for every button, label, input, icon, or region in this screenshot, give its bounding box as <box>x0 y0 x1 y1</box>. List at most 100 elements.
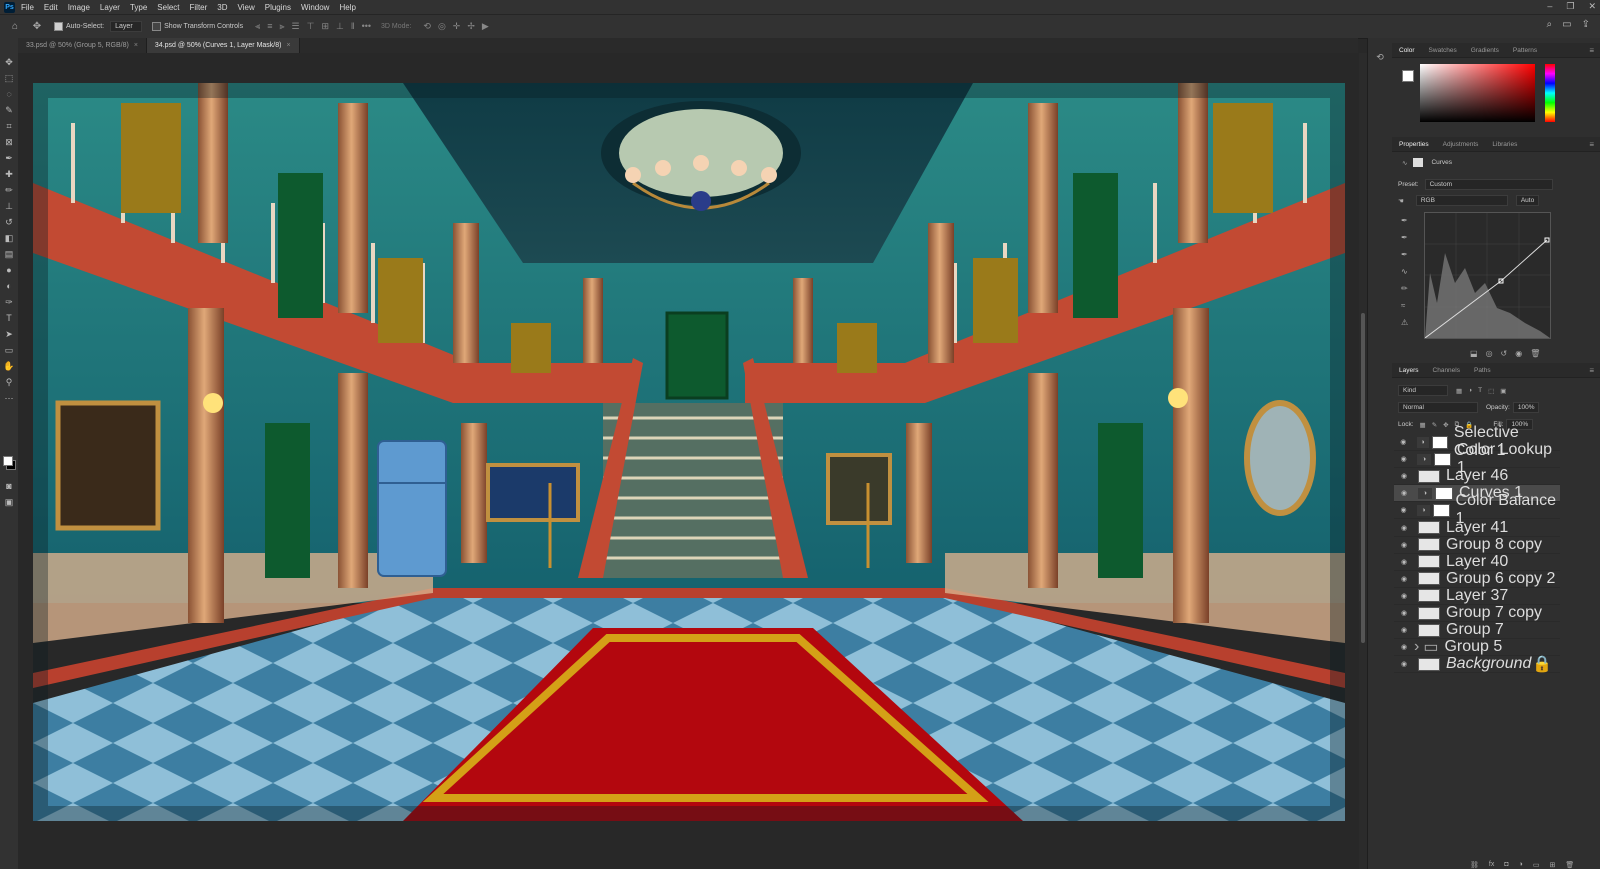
panel-menu-icon[interactable]: ≡ <box>1589 46 1594 55</box>
visibility-eye-icon[interactable]: ◉ <box>1398 609 1410 617</box>
layer-mask-thumbnail[interactable] <box>1432 503 1450 517</box>
layer-thumbnail[interactable] <box>1418 538 1440 552</box>
frame-tool-icon[interactable]: ⊠ <box>0 134 18 150</box>
layer-thumbnail[interactable] <box>1418 521 1440 534</box>
dodge-tool-icon[interactable]: ◐ <box>0 278 18 294</box>
menu-edit[interactable]: Edit <box>44 3 58 12</box>
tab-libraries[interactable]: Libraries <box>1485 141 1524 148</box>
auto-select-checkbox[interactable]: Auto-Select: <box>54 22 104 31</box>
layer-thumbnail[interactable] <box>1418 657 1440 671</box>
eyedropper-black-icon[interactable]: ✒ <box>1401 216 1408 225</box>
clone-stamp-tool-icon[interactable]: ⊥ <box>0 198 18 214</box>
tab-adjustments[interactable]: Adjustments <box>1436 141 1486 148</box>
menu-layer[interactable]: Layer <box>100 3 120 12</box>
lock-transparent-icon[interactable]: ▦ <box>1420 421 1426 429</box>
layer-row[interactable]: ◉ Group 7 <box>1394 621 1560 640</box>
layer-row[interactable]: ◉ ◑ Color Balance 1 <box>1394 492 1560 527</box>
auto-select-check[interactable] <box>54 22 63 31</box>
expand-arrow-icon[interactable]: › <box>1414 638 1419 656</box>
tab-channels[interactable]: Channels <box>1426 367 1467 374</box>
align-middle-icon[interactable]: ⊞ <box>321 21 329 32</box>
workspace-icon[interactable]: ▭ <box>1562 19 1571 30</box>
layer-thumbnail[interactable] <box>1418 606 1440 620</box>
type-tool-icon[interactable]: T <box>0 310 18 326</box>
3d-scale-icon[interactable]: ▶ <box>482 21 489 32</box>
lock-position-icon[interactable]: ✥ <box>1443 421 1448 429</box>
marquee-tool-icon[interactable]: ⬚ <box>0 70 18 86</box>
align-center-icon[interactable]: ≡ <box>267 21 272 32</box>
menu-plugins[interactable]: Plugins <box>265 3 291 12</box>
blur-tool-icon[interactable]: ● <box>0 262 18 278</box>
eyedropper-tool-icon[interactable]: ✒ <box>0 150 18 166</box>
quick-mask-icon[interactable]: ◙ <box>0 478 18 494</box>
layer-mask-thumbnail[interactable] <box>1435 486 1453 500</box>
lock-image-icon[interactable]: ✎ <box>1432 421 1437 429</box>
show-transform-check[interactable] <box>152 22 162 31</box>
visibility-eye-icon[interactable]: ◉ <box>1398 643 1410 651</box>
filter-pixel-icon[interactable]: ▦ <box>1456 387 1462 395</box>
pen-tool-icon[interactable]: ✑ <box>0 294 18 310</box>
layer-thumbnail[interactable] <box>1418 555 1440 569</box>
delete-adjustment-icon[interactable]: 🗑 <box>1530 349 1540 358</box>
crop-tool-icon[interactable]: ⌗ <box>0 118 18 134</box>
align-right-icon[interactable]: ⫸ <box>279 21 284 32</box>
more-options-icon[interactable]: ••• <box>362 21 371 32</box>
curve-smooth-icon[interactable]: ≈ <box>1401 301 1408 310</box>
more-tools-icon[interactable]: ⋯ <box>0 390 18 406</box>
align-top-icon[interactable]: ⊤ <box>307 21 315 32</box>
menu-help[interactable]: Help <box>339 3 355 12</box>
clip-to-layer-icon[interactable]: ⬓ <box>1470 349 1478 358</box>
show-transform-checkbox[interactable]: Show Transform Controls <box>152 22 243 31</box>
menu-image[interactable]: Image <box>68 3 90 12</box>
3d-slide-icon[interactable]: ✢ <box>467 21 475 32</box>
layer-row[interactable]: ◉ Layer 40 <box>1394 553 1560 571</box>
filter-type-icon[interactable]: T <box>1478 387 1482 395</box>
move-tool-icon[interactable]: ✥ <box>30 20 44 34</box>
scrollbar-thumb[interactable] <box>1361 313 1365 643</box>
visibility-eye-icon[interactable]: ◉ <box>1398 438 1409 446</box>
layer-row[interactable]: ◉ Layer 37 <box>1394 587 1560 605</box>
new-adjustment-icon[interactable]: ◑ <box>1519 861 1523 869</box>
distribute-vertical-icon[interactable]: ‖ <box>351 21 355 32</box>
vertical-scrollbar[interactable] <box>1359 53 1367 869</box>
menu-view[interactable]: View <box>238 3 255 12</box>
visibility-eye-icon[interactable]: ◉ <box>1398 541 1410 549</box>
history-panel-icon[interactable]: ⟲ <box>1373 52 1387 63</box>
view-previous-icon[interactable]: ◎ <box>1486 349 1493 358</box>
curve-point-icon[interactable]: ∿ <box>1401 267 1408 276</box>
close-tab-icon[interactable]: × <box>134 42 138 49</box>
target-adjust-icon[interactable]: ☚ <box>1398 197 1404 205</box>
visibility-eye-icon[interactable]: ◉ <box>1398 558 1410 566</box>
search-icon[interactable]: ⌕ <box>1547 19 1553 30</box>
home-icon[interactable]: ⌂ <box>8 20 22 34</box>
menu-file[interactable]: File <box>21 3 34 12</box>
menu-3d[interactable]: 3D <box>217 3 227 12</box>
reset-icon[interactable]: ↺ <box>1501 349 1508 358</box>
move-tool-icon[interactable]: ✥ <box>0 54 18 70</box>
tab-swatches[interactable]: Swatches <box>1422 47 1464 54</box>
close-tab-icon[interactable]: × <box>286 42 290 49</box>
visibility-eye-icon[interactable]: ◉ <box>1398 489 1410 497</box>
visibility-eye-icon[interactable]: ◉ <box>1398 626 1410 634</box>
curves-graph[interactable] <box>1424 212 1551 339</box>
auto-button[interactable]: Auto <box>1515 195 1540 206</box>
filter-adjustment-icon[interactable]: ◑ <box>1468 387 1472 395</box>
clipping-warning-icon[interactable]: ⚠ <box>1401 318 1408 327</box>
menu-select[interactable]: Select <box>157 3 179 12</box>
foreground-color-swatch[interactable] <box>3 456 13 466</box>
eyedropper-gray-icon[interactable]: ✒ <box>1401 233 1408 242</box>
visibility-eye-icon[interactable]: ◉ <box>1398 660 1410 668</box>
visibility-icon[interactable]: ◉ <box>1515 349 1522 358</box>
curve-pencil-icon[interactable]: ✏ <box>1401 284 1408 293</box>
visibility-eye-icon[interactable]: ◉ <box>1398 592 1410 600</box>
channel-dropdown[interactable]: RGB <box>1415 195 1508 206</box>
screen-mode-icon[interactable]: ▣ <box>0 494 18 510</box>
visibility-eye-icon[interactable]: ◉ <box>1398 455 1409 463</box>
distribute-icon[interactable]: ☰ <box>292 21 300 32</box>
tab-properties[interactable]: Properties <box>1392 141 1436 148</box>
delete-layer-icon[interactable]: 🗑 <box>1565 861 1574 869</box>
layer-row[interactable]: ◉ Background 🔒 <box>1394 655 1560 674</box>
layer-thumbnail[interactable] <box>1418 589 1440 603</box>
history-brush-tool-icon[interactable]: ↺ <box>0 214 18 230</box>
tab-layers[interactable]: Layers <box>1392 367 1426 374</box>
